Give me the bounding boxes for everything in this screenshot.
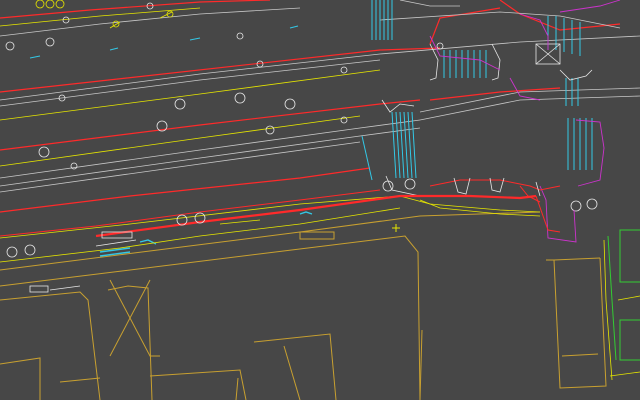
cad-drawing-canvas[interactable] <box>0 0 640 400</box>
cad-viewport[interactable] <box>0 0 640 400</box>
